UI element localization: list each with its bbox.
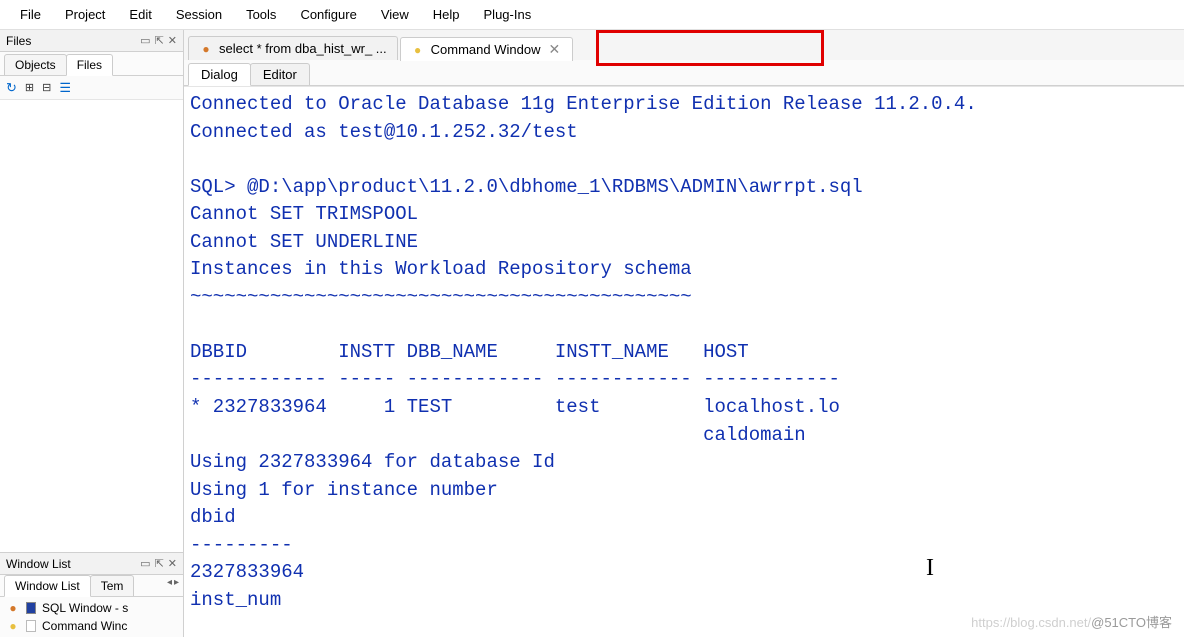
text-cursor-icon: I bbox=[926, 555, 934, 582]
files-panel-title: Files bbox=[6, 34, 31, 48]
window-list-item-label: Command Winc bbox=[42, 619, 127, 633]
menu-plugins[interactable]: Plug-Ins bbox=[472, 3, 544, 26]
menubar: File Project Edit Session Tools Configur… bbox=[0, 0, 1184, 30]
watermark-handle: @51CTO博客 bbox=[1091, 615, 1172, 630]
window-list-panel: Window List ▭ ⇱ ✕ Window List Tem ◂ ▸ bbox=[0, 552, 183, 637]
files-panel-pin-icon[interactable]: ⇱ bbox=[155, 34, 164, 47]
sql-tab-icon bbox=[199, 42, 213, 56]
window-list-item-cmd[interactable]: Command Winc bbox=[4, 617, 179, 635]
left-column: Files ▭ ⇱ ✕ Objects Files ↻ ⊞ ⊟ ☰ Window… bbox=[0, 30, 184, 637]
main-area: Files ▭ ⇱ ✕ Objects Files ↻ ⊞ ⊟ ☰ Window… bbox=[0, 30, 1184, 637]
window-list-item-sql[interactable]: SQL Window - s bbox=[4, 599, 179, 617]
scroll-left-icon[interactable]: ◂ bbox=[167, 577, 172, 588]
command-sub-tabs: Dialog Editor bbox=[184, 60, 1184, 86]
window-list-body: SQL Window - s Command Winc bbox=[0, 597, 183, 637]
right-column: select * from dba_hist_wr_ ... Command W… bbox=[184, 30, 1184, 637]
command-window-icon bbox=[6, 619, 20, 633]
doc-tab-label: select * from dba_hist_wr_ ... bbox=[219, 41, 387, 56]
doc-tab-label: Command Window bbox=[431, 42, 541, 57]
window-list-header: Window List ▭ ⇱ ✕ bbox=[0, 553, 183, 575]
doc-tab-sql-query[interactable]: select * from dba_hist_wr_ ... bbox=[188, 36, 398, 60]
refresh-icon[interactable]: ↻ bbox=[6, 80, 17, 96]
cmd-tab-icon bbox=[411, 43, 425, 57]
tab-files[interactable]: Files bbox=[66, 54, 113, 76]
cmd-indicator bbox=[26, 620, 36, 632]
close-tab-icon[interactable]: ✕ bbox=[546, 41, 562, 58]
menu-tools[interactable]: Tools bbox=[234, 3, 288, 26]
files-panel-float-icon[interactable]: ▭ bbox=[140, 34, 150, 47]
window-list-tabs: Window List Tem ◂ ▸ bbox=[0, 575, 183, 597]
sql-active-indicator bbox=[26, 602, 36, 614]
tree-icon[interactable]: ☰ bbox=[59, 80, 71, 96]
doc-tab-command-window[interactable]: Command Window ✕ bbox=[400, 37, 574, 61]
scroll-right-icon[interactable]: ▸ bbox=[174, 577, 179, 588]
files-panel-header: Files ▭ ⇱ ✕ bbox=[0, 30, 183, 52]
tab-scroll-arrows[interactable]: ◂ ▸ bbox=[167, 577, 179, 588]
menu-edit[interactable]: Edit bbox=[117, 3, 163, 26]
menu-configure[interactable]: Configure bbox=[288, 3, 368, 26]
menu-help[interactable]: Help bbox=[421, 3, 472, 26]
tab-templates[interactable]: Tem bbox=[90, 575, 135, 596]
tab-objects[interactable]: Objects bbox=[4, 54, 67, 75]
sub-tab-editor[interactable]: Editor bbox=[250, 63, 310, 85]
files-toolbar: ↻ ⊞ ⊟ ☰ bbox=[0, 76, 183, 100]
files-tree-body[interactable] bbox=[0, 100, 183, 552]
sub-tab-dialog[interactable]: Dialog bbox=[188, 63, 251, 86]
menu-file[interactable]: File bbox=[8, 3, 53, 26]
watermark: https://blog.csdn.net/@51CTO博客 bbox=[971, 612, 1172, 631]
expand-icon[interactable]: ⊞ bbox=[25, 81, 34, 94]
window-list-title: Window List bbox=[6, 557, 71, 571]
window-list-controls: ▭ ⇱ ✕ bbox=[140, 557, 177, 570]
window-list-item-label: SQL Window - s bbox=[42, 601, 128, 615]
window-list-float-icon[interactable]: ▭ bbox=[140, 557, 150, 570]
files-panel-close-icon[interactable]: ✕ bbox=[168, 34, 177, 47]
window-list-close-icon[interactable]: ✕ bbox=[168, 557, 177, 570]
files-panel-controls: ▭ ⇱ ✕ bbox=[140, 34, 177, 47]
files-inner-tabs: Objects Files bbox=[0, 52, 183, 76]
document-tabs: select * from dba_hist_wr_ ... Command W… bbox=[184, 30, 1184, 60]
menu-view[interactable]: View bbox=[369, 3, 421, 26]
menu-project[interactable]: Project bbox=[53, 3, 117, 26]
tab-window-list[interactable]: Window List bbox=[4, 575, 91, 597]
window-list-pin-icon[interactable]: ⇱ bbox=[155, 557, 164, 570]
menu-session[interactable]: Session bbox=[164, 3, 234, 26]
command-console-output[interactable]: Connected to Oracle Database 11g Enterpr… bbox=[184, 86, 1184, 637]
sql-window-icon bbox=[6, 601, 20, 615]
watermark-url: https://blog.csdn.net/ bbox=[971, 615, 1091, 630]
collapse-icon[interactable]: ⊟ bbox=[42, 81, 51, 94]
